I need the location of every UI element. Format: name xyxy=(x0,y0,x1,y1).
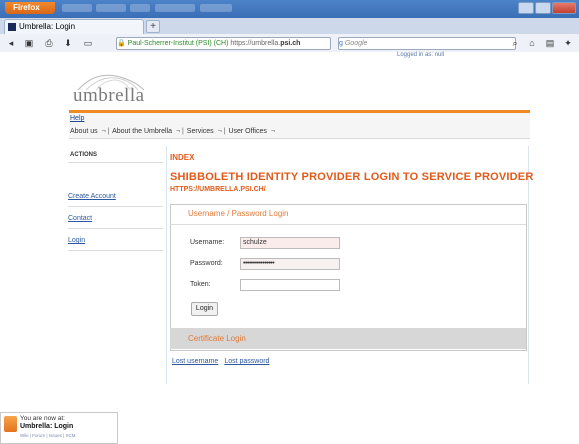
firefox-menu-button[interactable]: Firefox xyxy=(5,2,55,14)
blurred-tab xyxy=(200,4,232,12)
certificate-login-title[interactable]: Certificate Login xyxy=(188,334,246,343)
site-identity[interactable]: Paul-Scherrer-Institut (PSI) (CH) xyxy=(128,40,229,47)
back-arrow-icon[interactable]: ◂ xyxy=(5,37,17,49)
menu-separator: ¬ xyxy=(270,128,275,135)
menu-separator: ¬ | xyxy=(217,128,226,135)
content-border xyxy=(166,146,167,384)
lost-password-link[interactable]: Lost password xyxy=(224,358,269,365)
blurred-tab xyxy=(155,4,195,12)
menu-item-about-umbrella[interactable]: About the Umbrella xyxy=(112,128,172,135)
notification-links[interactable]: Wiki | Forum | Issues | SCM xyxy=(20,433,76,438)
username-label: Username: xyxy=(190,239,225,246)
blurred-tab xyxy=(130,4,150,12)
search-placeholder: Google xyxy=(344,40,368,47)
lost-credentials-links: Lost username Lost password xyxy=(172,358,275,365)
logged-in-status: Logged in as: null xyxy=(397,52,445,58)
menu-item-about-us[interactable]: About us xyxy=(70,128,98,135)
logo-text: umbrella xyxy=(73,85,145,106)
token-label: Token: xyxy=(190,281,211,288)
search-bar[interactable]: g Google xyxy=(338,37,516,50)
menu-icon[interactable]: ▤ xyxy=(544,37,556,49)
sidebar-divider xyxy=(68,162,163,163)
sidebar-divider xyxy=(68,206,163,207)
sidebar-item-login[interactable]: Login xyxy=(68,237,85,244)
google-icon: g xyxy=(339,40,343,47)
tab-label: Umbrella: Login xyxy=(19,22,76,31)
sidebar-item-contact[interactable]: Contact xyxy=(68,215,92,222)
actions-heading: ACTIONS xyxy=(70,152,97,158)
top-menu: About us ¬ | About the Umbrella ¬ | Servic… xyxy=(70,128,276,135)
login-button[interactable]: Login xyxy=(191,302,218,316)
new-tab-button[interactable]: + xyxy=(146,20,160,33)
minimize-button[interactable] xyxy=(518,2,534,14)
url-domain: psi.ch xyxy=(280,40,301,47)
home-icon[interactable]: ▣ xyxy=(23,37,35,49)
bookmark-icon[interactable]: ✦ xyxy=(562,37,574,49)
page-title: SHIBBOLETH IDENTITY PROVIDER LOGIN TO SE… xyxy=(170,171,534,183)
index-label: INDEX xyxy=(170,153,195,162)
window-icon[interactable]: ▭ xyxy=(82,37,94,49)
search-icon[interactable]: ⌕ xyxy=(509,37,521,49)
sidebar-divider xyxy=(68,250,163,251)
menu-separator: ¬ | xyxy=(175,128,184,135)
download-icon[interactable]: ⬇ xyxy=(62,37,74,49)
menu-separator: ¬ | xyxy=(101,128,110,135)
sidebar-divider xyxy=(68,228,163,229)
password-label: Password: xyxy=(190,260,223,267)
notification-line-1: You are now at: xyxy=(20,415,65,422)
token-input[interactable] xyxy=(240,279,340,291)
url-bar[interactable]: 🔒 Paul-Scherrer-Institut (PSI) (CH) http… xyxy=(116,37,331,50)
password-input[interactable]: •••••••••••••••• xyxy=(240,258,340,270)
lost-username-link[interactable]: Lost username xyxy=(172,358,218,365)
lock-icon: 🔒 xyxy=(117,40,126,47)
home-icon[interactable]: ⌂ xyxy=(526,37,538,49)
umbrella-notification-icon xyxy=(4,416,17,432)
notification-title: Umbrella: Login xyxy=(20,423,74,430)
maximize-button[interactable] xyxy=(535,2,551,14)
username-password-login-title[interactable]: Username / Password Login xyxy=(188,209,289,218)
sidebar-item-create-account[interactable]: Create Account xyxy=(68,193,116,200)
menu-item-services[interactable]: Services xyxy=(187,128,214,135)
username-input[interactable]: schulze xyxy=(240,237,340,249)
web-page: Logged in as: null umbrella Help About u… xyxy=(0,52,579,444)
blurred-tab xyxy=(96,4,126,12)
top-menu-bar xyxy=(69,113,530,139)
umbrella-favicon-icon xyxy=(8,23,16,31)
page-subtitle: HTTPS://UMBRELLA.PSI.CH/ xyxy=(170,186,266,193)
print-icon[interactable]: ⎙ xyxy=(43,37,55,49)
help-link[interactable]: Help xyxy=(70,115,84,122)
menu-item-user-offices[interactable]: User Offices xyxy=(228,128,266,135)
tab-umbrella-login[interactable]: Umbrella: Login xyxy=(4,19,144,34)
url-prefix: https://umbrella. xyxy=(230,40,281,47)
close-button[interactable] xyxy=(552,2,576,14)
blurred-tab xyxy=(62,4,92,12)
